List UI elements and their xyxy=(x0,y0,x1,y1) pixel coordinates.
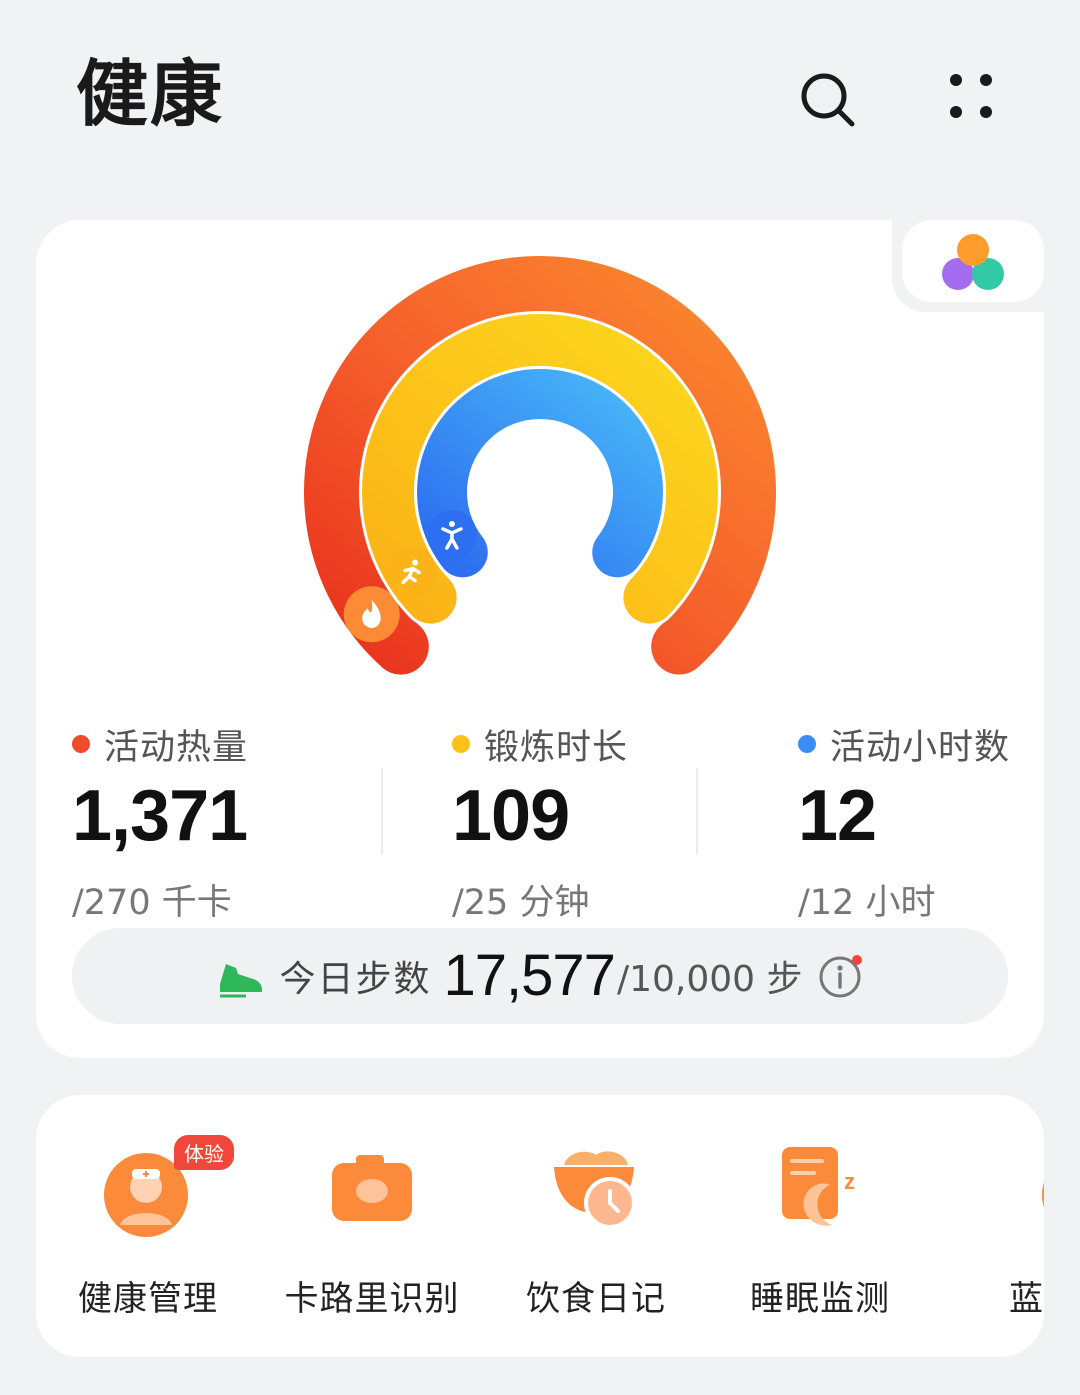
exercise-dot xyxy=(452,735,470,753)
app-title: 健康 xyxy=(76,52,225,136)
steps-target: /10,000 步 xyxy=(616,959,803,1000)
service-health-management[interactable]: 体验 健康管理 xyxy=(38,1135,258,1320)
steps-label: 今日步数 xyxy=(279,959,432,1000)
metric-active-hours[interactable]: 活动小时数 12 /12 小时 xyxy=(798,720,1080,925)
shoe-icon xyxy=(219,964,262,998)
metric-value: 109 xyxy=(452,776,570,856)
service-diet-diary[interactable]: 饮食日记 xyxy=(486,1141,706,1320)
service-label: 睡眠监测 xyxy=(750,1279,890,1319)
steps-value: 17,577 xyxy=(443,943,616,1008)
doctor-icon: 体验 xyxy=(98,1135,234,1241)
steps-bar[interactable]: 今日步数 17,577 /10,000 步 xyxy=(72,928,1008,1024)
search-icon[interactable] xyxy=(796,68,860,132)
services-card: 体验 健康管理 卡路里识别 饮食日记 z 睡眠监测 蓝 xyxy=(36,1095,1044,1357)
sleep-moon-icon: z xyxy=(770,1141,870,1241)
four-dots-menu-icon[interactable] xyxy=(940,68,1004,132)
metric-target: /12 小时 xyxy=(798,883,936,923)
activity-rings[interactable] xyxy=(300,256,780,676)
metric-label: 活动小时数 xyxy=(830,727,1011,768)
service-label: 卡路里识别 xyxy=(284,1279,460,1319)
activity-card[interactable]: 活动热量 1,371 /270 千卡 锻炼时长 109 /25 分钟 活动小时数… xyxy=(36,220,1044,1058)
metric-calories[interactable]: 活动热量 1,371 /270 千卡 xyxy=(72,720,372,925)
active-hours-dot xyxy=(798,735,816,753)
divider xyxy=(696,768,698,854)
divider xyxy=(381,768,383,854)
location-pin-icon xyxy=(994,1141,1044,1241)
service-label: 饮食日记 xyxy=(526,1279,666,1319)
service-calorie-recognition[interactable]: 卡路里识别 xyxy=(262,1141,482,1320)
metric-target: /270 千卡 xyxy=(72,883,232,923)
service-label: 健康管理 xyxy=(78,1279,218,1319)
calories-dot xyxy=(72,735,90,753)
three-color-dots-icon xyxy=(942,234,1004,290)
food-bowl-clock-icon xyxy=(546,1141,646,1241)
service-blue-star[interactable]: 蓝星 xyxy=(934,1141,1044,1320)
metric-value: 12 xyxy=(798,776,877,856)
metric-target: /25 分钟 xyxy=(452,883,590,923)
info-icon[interactable] xyxy=(818,953,864,999)
trial-badge: 体验 xyxy=(174,1135,234,1170)
camera-icon xyxy=(322,1141,422,1241)
metric-exercise[interactable]: 锻炼时长 109 /25 分钟 xyxy=(452,720,752,925)
notification-dot xyxy=(852,955,863,965)
metric-label: 活动热量 xyxy=(104,727,249,768)
metric-label: 锻炼时长 xyxy=(484,727,629,768)
service-label: 蓝星 xyxy=(1009,1279,1044,1319)
theme-switch-button[interactable] xyxy=(902,220,1044,302)
metric-value: 1,371 xyxy=(72,776,248,856)
service-sleep-monitor[interactable]: z 睡眠监测 xyxy=(710,1141,930,1320)
svg-text:z: z xyxy=(844,1169,855,1194)
